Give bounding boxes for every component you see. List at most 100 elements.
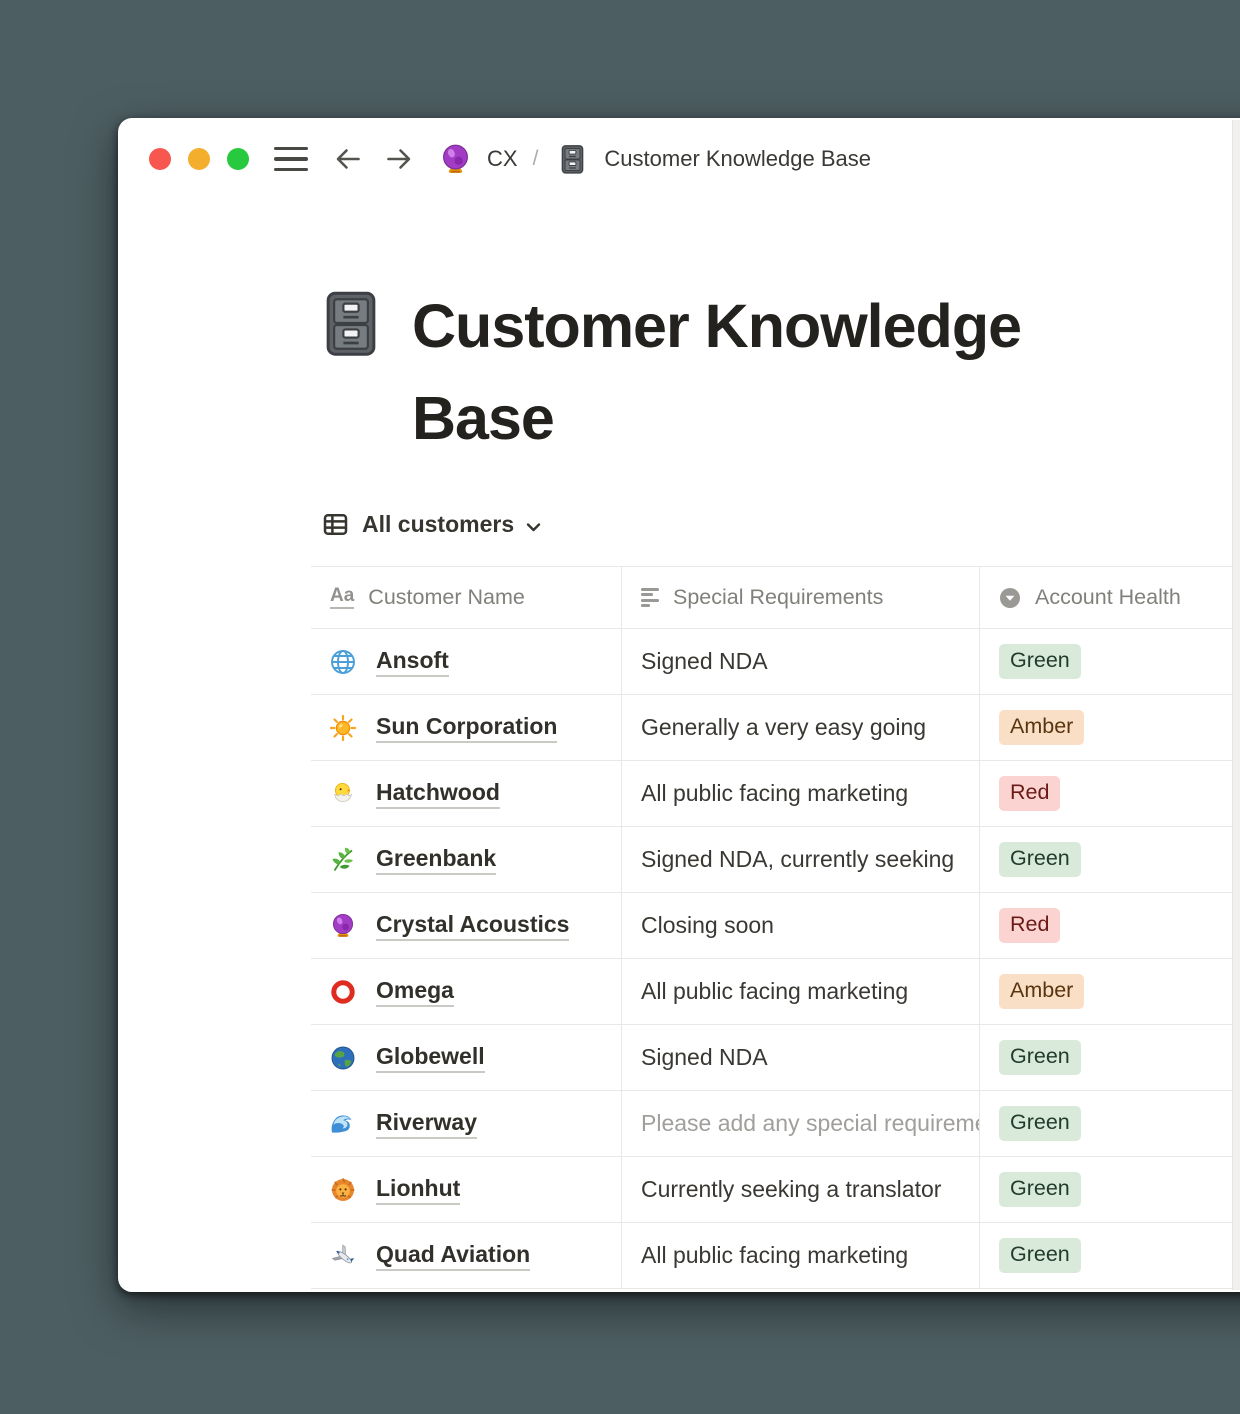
special-requirements-text: Signed NDA, currently seeking <box>641 846 954 873</box>
title-property-icon: Aa <box>330 586 354 609</box>
breadcrumb-workspace[interactable]: CX <box>487 146 518 172</box>
customer-name-cell[interactable]: Greenbank <box>311 827 622 892</box>
desktop-background: CX / Customer Knowledge Base Customer Kn… <box>0 0 1240 1414</box>
table-row: Globewell Signed NDA Green <box>311 1025 1232 1091</box>
column-label: Account Health <box>1035 585 1181 610</box>
special-requirements-text: All public facing marketing <box>641 978 908 1005</box>
account-health-badge: Green <box>999 644 1081 679</box>
table-header-row: Aa Customer Name Special Requirements Ac… <box>311 566 1232 629</box>
breadcrumb-separator: / <box>533 147 539 171</box>
special-requirements-cell[interactable]: Signed NDA <box>622 629 980 694</box>
account-health-cell[interactable]: Green <box>980 629 1232 694</box>
special-requirements-cell[interactable]: Currently seeking a translator <box>622 1157 980 1222</box>
table-row: Ansoft Signed NDA Green <box>311 629 1232 695</box>
customer-name-link[interactable]: Quad Aviation <box>376 1240 530 1271</box>
special-requirements-text: Currently seeking a translator <box>641 1176 941 1203</box>
customer-name-link[interactable]: Riverway <box>376 1108 477 1139</box>
traffic-light-close[interactable] <box>149 148 171 170</box>
account-health-cell[interactable]: Green <box>980 1091 1232 1156</box>
customer-name-link[interactable]: Crystal Acoustics <box>376 910 569 941</box>
account-health-badge: Green <box>999 1106 1081 1141</box>
customer-name-link[interactable]: Greenbank <box>376 844 496 875</box>
customer-name-cell[interactable]: Globewell <box>311 1025 622 1090</box>
customer-name-link[interactable]: Omega <box>376 976 454 1007</box>
table-row: Hatchwood All public facing marketing Re… <box>311 761 1232 827</box>
table-row: Sun Corporation Generally a very easy go… <box>311 695 1232 761</box>
customer-name-cell[interactable]: Hatchwood <box>311 761 622 826</box>
account-health-badge: Green <box>999 1040 1081 1075</box>
special-requirements-text: All public facing marketing <box>641 1242 908 1269</box>
table-row: Riverway Please add any special requirem… <box>311 1091 1232 1157</box>
view-tab-all-customers[interactable]: All customers <box>322 508 1240 540</box>
customer-name-cell[interactable]: Ansoft <box>311 629 622 694</box>
scrollbar-track[interactable] <box>1232 120 1240 1290</box>
sidebar-menu-icon[interactable] <box>274 147 308 172</box>
account-health-cell[interactable]: Red <box>980 893 1232 958</box>
customer-name-link[interactable]: Sun Corporation <box>376 712 557 743</box>
special-requirements-cell[interactable]: All public facing marketing <box>622 761 980 826</box>
view-label: All customers <box>362 511 514 538</box>
account-health-cell[interactable]: Amber <box>980 695 1232 760</box>
breadcrumb-page[interactable]: Customer Knowledge Base <box>604 146 871 172</box>
chick-icon <box>330 781 356 807</box>
account-health-cell[interactable]: Green <box>980 1157 1232 1222</box>
customer-name-cell[interactable]: Omega <box>311 959 622 1024</box>
customer-name-cell[interactable]: Riverway <box>311 1091 622 1156</box>
column-header-customer-name[interactable]: Aa Customer Name <box>311 567 622 628</box>
forward-arrow-icon[interactable] <box>384 144 414 174</box>
special-requirements-cell[interactable]: Signed NDA <box>622 1025 980 1090</box>
back-arrow-icon[interactable] <box>333 144 363 174</box>
window-titlebar: CX / Customer Knowledge Base <box>118 118 1240 200</box>
special-requirements-text: Please add any special requirements <box>641 1110 980 1137</box>
account-health-badge: Red <box>999 908 1060 943</box>
special-requirements-cell[interactable]: Closing soon <box>622 893 980 958</box>
customer-name-cell[interactable]: Sun Corporation <box>311 695 622 760</box>
special-requirements-text: Closing soon <box>641 912 774 939</box>
lion-icon <box>330 1177 356 1203</box>
account-health-badge: Red <box>999 776 1060 811</box>
sun-icon <box>330 715 356 741</box>
account-health-badge: Amber <box>999 974 1084 1009</box>
account-health-cell[interactable]: Green <box>980 827 1232 892</box>
column-label: Customer Name <box>368 585 525 610</box>
table-row: Greenbank Signed NDA, currently seeking … <box>311 827 1232 893</box>
special-requirements-cell[interactable]: Signed NDA, currently seeking <box>622 827 980 892</box>
customers-table: Aa Customer Name Special Requirements Ac… <box>311 566 1232 1289</box>
special-requirements-text: Signed NDA <box>641 648 768 675</box>
file-cabinet-icon <box>558 144 587 175</box>
file-cabinet-icon[interactable] <box>318 290 384 358</box>
traffic-light-zoom[interactable] <box>227 148 249 170</box>
crystal-ball-icon <box>330 913 356 939</box>
globe-icon <box>330 649 356 675</box>
customer-name-link[interactable]: Lionhut <box>376 1174 460 1205</box>
column-header-special-requirements[interactable]: Special Requirements <box>622 567 980 628</box>
special-requirements-cell[interactable]: All public facing marketing <box>622 959 980 1024</box>
special-requirements-text: Generally a very easy going <box>641 714 926 741</box>
chevron-down-icon[interactable] <box>525 519 542 536</box>
special-requirements-cell[interactable]: All public facing marketing <box>622 1223 980 1288</box>
column-header-account-health[interactable]: Account Health <box>980 567 1232 628</box>
account-health-cell[interactable]: Green <box>980 1223 1232 1288</box>
special-requirements-text: All public facing marketing <box>641 780 908 807</box>
app-window: CX / Customer Knowledge Base Customer Kn… <box>118 118 1240 1292</box>
customer-name-link[interactable]: Ansoft <box>376 646 449 677</box>
crystal-ball-icon <box>440 143 471 176</box>
table-row: Omega All public facing marketing Amber <box>311 959 1232 1025</box>
traffic-light-minimize[interactable] <box>188 148 210 170</box>
customer-name-cell[interactable]: Lionhut <box>311 1157 622 1222</box>
customer-name-cell[interactable]: Quad Aviation <box>311 1223 622 1288</box>
select-property-icon <box>999 587 1021 609</box>
customer-name-cell[interactable]: Crystal Acoustics <box>311 893 622 958</box>
customer-name-link[interactable]: Hatchwood <box>376 778 500 809</box>
account-health-cell[interactable]: Amber <box>980 959 1232 1024</box>
account-health-badge: Amber <box>999 710 1084 745</box>
special-requirements-cell[interactable]: Please add any special requirements <box>622 1091 980 1156</box>
page-title[interactable]: Customer Knowledge Base <box>412 280 1052 464</box>
special-requirements-cell[interactable]: Generally a very easy going <box>622 695 980 760</box>
account-health-cell[interactable]: Green <box>980 1025 1232 1090</box>
wave-icon <box>330 1111 356 1137</box>
red-circle-icon <box>330 979 356 1005</box>
account-health-cell[interactable]: Red <box>980 761 1232 826</box>
customer-name-link[interactable]: Globewell <box>376 1042 485 1073</box>
earth-icon <box>330 1045 356 1071</box>
